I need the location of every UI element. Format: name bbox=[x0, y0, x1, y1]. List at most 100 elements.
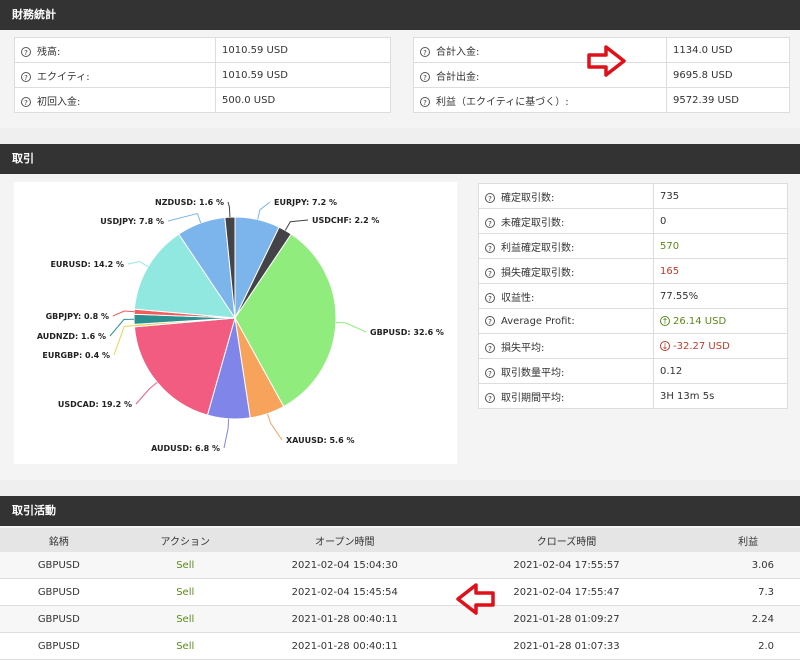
stat-value: 3H 13m 5s bbox=[660, 390, 715, 402]
stat-label-cell: ? 取引数量平均: bbox=[478, 358, 654, 384]
pie-connector-line bbox=[223, 418, 230, 449]
stat-row: ? 損失確定取引数: 165 bbox=[478, 258, 788, 284]
stat-label: 初回入金: bbox=[37, 96, 81, 108]
help-icon[interactable]: ? bbox=[485, 292, 495, 303]
table-cell: 7.3 bbox=[696, 578, 800, 606]
table-cell: GBPUSD bbox=[0, 605, 118, 633]
stat-label-cell: ? エクイティ: bbox=[14, 62, 216, 88]
stat-value: 500.0 USD bbox=[222, 94, 276, 106]
stat-value-cell: ↓ -32.27 USD bbox=[653, 333, 788, 359]
help-icon[interactable]: ? bbox=[485, 267, 495, 278]
stat-row: ? 確定取引数: 735 bbox=[478, 183, 788, 209]
stat-label-cell: ? 損失確定取引数: bbox=[478, 258, 654, 284]
stat-value-cell: 0 bbox=[653, 208, 788, 234]
help-icon[interactable]: ? bbox=[485, 342, 495, 353]
column-header[interactable]: アクション bbox=[117, 528, 253, 552]
help-icon[interactable]: ? bbox=[21, 46, 31, 57]
help-icon[interactable]: ? bbox=[485, 315, 495, 326]
finance-left-table: ? 残高: 1010.59 USD? エクイティ: 1010.59 USD? 初回入金: 5… bbox=[14, 37, 391, 113]
stat-row: ? 利益確定取引数: 570 bbox=[478, 233, 788, 259]
stat-label: Average Profit: bbox=[501, 315, 575, 327]
trading-header: 取引 bbox=[0, 144, 800, 174]
table-cell: Sell bbox=[117, 605, 253, 633]
pie-chart-container: EURJPY: 7.2 % USDCHF: 2.2 % GBPUSD: 32.6 %… bbox=[14, 182, 457, 464]
stat-value-cell: ↑ 26.14 USD bbox=[653, 308, 788, 334]
help-icon[interactable]: ? bbox=[485, 392, 495, 403]
stat-label: 確定取引数: bbox=[501, 192, 555, 204]
stat-label: 収益性: bbox=[501, 292, 535, 304]
stat-row: ? 初回入金: 500.0 USD bbox=[14, 87, 391, 113]
stat-label-cell: ? 初回入金: bbox=[14, 87, 216, 113]
stat-label-cell: ? 合計出金: bbox=[413, 62, 667, 88]
pie-connector-line bbox=[257, 201, 271, 220]
stat-value: 570 bbox=[660, 240, 680, 252]
stat-label-cell: ? 合計入金: bbox=[413, 37, 667, 63]
pie-data-label: EURJPY: 7.2 % bbox=[274, 198, 337, 207]
help-icon[interactable]: ? bbox=[420, 46, 430, 57]
table-row: GBPUSD Sell 2021-01-28 00:40:11 2021-01-28 … bbox=[0, 605, 800, 633]
pie-connector-line bbox=[113, 325, 135, 356]
pie-data-label: USDJPY: 7.8 % bbox=[100, 217, 164, 226]
stat-value: 735 bbox=[660, 190, 680, 202]
stat-label-cell: ? 損失平均: bbox=[478, 333, 654, 359]
pie-data-label: XAUUSD: 5.6 % bbox=[286, 436, 354, 445]
stat-value: -32.27 USD bbox=[673, 340, 730, 352]
table-row: GBPUSD Sell 2021-02-04 15:45:54 2021-02-04 … bbox=[0, 578, 800, 606]
stat-label-cell: ? 収益性: bbox=[478, 283, 654, 309]
help-icon[interactable]: ? bbox=[485, 192, 495, 203]
stat-value-cell: 165 bbox=[653, 258, 788, 284]
stat-label: 損失平均: bbox=[501, 342, 545, 354]
help-icon[interactable]: ? bbox=[420, 96, 430, 107]
stat-value-cell: 735 bbox=[653, 183, 788, 209]
table-cell: Sell bbox=[117, 578, 253, 606]
pie-connector-line bbox=[135, 381, 158, 405]
pie-connector-line bbox=[127, 260, 149, 268]
pie-data-label: GBPJPY: 0.8 % bbox=[46, 312, 109, 321]
table-cell: 2021-01-28 00:40:11 bbox=[252, 605, 437, 633]
pie-connector-line bbox=[112, 310, 135, 317]
table-cell: 2021-02-04 17:55:57 bbox=[436, 552, 697, 579]
pie-connector-line bbox=[284, 219, 309, 231]
activity-table: 銘柄 アクション オープン時間 クローズ時間 利益 GBPUSD Sell 2021-02-… bbox=[0, 528, 800, 660]
help-icon[interactable]: ? bbox=[21, 96, 31, 107]
pie-connector-line bbox=[335, 321, 367, 333]
stat-value: 1134.0 USD bbox=[673, 44, 733, 56]
help-icon[interactable]: ? bbox=[420, 71, 430, 82]
table-cell: 2021-01-28 00:40:11 bbox=[252, 632, 437, 660]
column-header[interactable]: 利益 bbox=[696, 528, 800, 552]
stat-label: エクイティ: bbox=[37, 71, 90, 83]
stat-value: 26.14 USD bbox=[673, 315, 727, 327]
stat-value: 0 bbox=[660, 215, 667, 227]
stat-label: 損失確定取引数: bbox=[501, 267, 575, 279]
column-header[interactable]: 銘柄 bbox=[0, 528, 118, 552]
table-cell: Sell bbox=[117, 552, 253, 579]
help-icon[interactable]: ? bbox=[485, 367, 495, 378]
red-arrow-left-icon bbox=[456, 583, 495, 615]
table-cell: GBPUSD bbox=[0, 578, 118, 606]
stat-row: ? 残高: 1010.59 USD bbox=[14, 37, 391, 63]
stat-label-cell: ? 取引期間平均: bbox=[478, 383, 654, 409]
column-header[interactable]: クローズ時間 bbox=[436, 528, 697, 552]
table-cell: Sell bbox=[117, 632, 253, 660]
pie-data-label: GBPUSD: 32.6 % bbox=[370, 328, 444, 337]
stat-row: ? 利益（エクイティに基づく）: 9572.39 USD bbox=[413, 87, 790, 113]
stat-row: ? 損失平均: ↓ -32.27 USD bbox=[478, 333, 788, 359]
stat-label: 取引数量平均: bbox=[501, 367, 565, 379]
stat-row: ? 未確定取引数: 0 bbox=[478, 208, 788, 234]
stat-label-cell: ? 利益（エクイティに基づく）: bbox=[413, 87, 667, 113]
help-icon[interactable]: ? bbox=[21, 71, 31, 82]
stat-value-cell: 9695.8 USD bbox=[666, 62, 790, 88]
stat-value-cell: 500.0 USD bbox=[215, 87, 391, 113]
stat-label-cell: ? 未確定取引数: bbox=[478, 208, 654, 234]
stat-value: 1010.59 USD bbox=[222, 69, 288, 81]
stat-value-cell: 1010.59 USD bbox=[215, 62, 391, 88]
stat-value-cell: 1010.59 USD bbox=[215, 37, 391, 63]
help-icon[interactable]: ? bbox=[485, 242, 495, 253]
stat-value: 9695.8 USD bbox=[673, 69, 733, 81]
stat-value-cell: 3H 13m 5s bbox=[653, 383, 788, 409]
help-icon[interactable]: ? bbox=[485, 217, 495, 228]
stat-value-cell: 0.12 bbox=[653, 358, 788, 384]
stat-value-cell: 77.55% bbox=[653, 283, 788, 309]
column-header[interactable]: オープン時間 bbox=[252, 528, 437, 552]
pie-data-label: EURUSD: 14.2 % bbox=[50, 260, 124, 269]
